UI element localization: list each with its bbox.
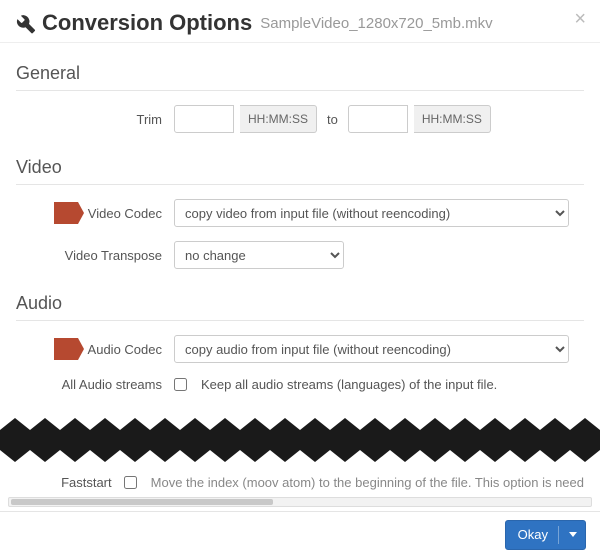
faststart-checkbox[interactable] <box>124 476 137 489</box>
trim-controls: HH:MM:SS to HH:MM:SS <box>174 105 584 133</box>
trim-to-label: to <box>327 112 338 127</box>
section-title-video: Video <box>16 147 584 185</box>
dialog-body[interactable]: General Trim HH:MM:SS to HH:MM:SS Video … <box>0 43 600 511</box>
video-transpose-select[interactable]: no change <box>174 241 344 269</box>
torn-edge-decoration <box>0 418 600 462</box>
keep-all-streams-checkbox[interactable] <box>174 378 187 391</box>
label-audio-codec-text: Audio Codec <box>88 342 162 357</box>
video-codec-select[interactable]: copy video from input file (without reen… <box>174 199 569 227</box>
audio-codec-select[interactable]: copy audio from input file (without reen… <box>174 335 569 363</box>
dialog-footer: Okay <box>0 511 600 557</box>
trim-from-input[interactable] <box>174 105 234 133</box>
flag-icon <box>54 338 78 360</box>
faststart-desc: Move the index (moov atom) to the beginn… <box>151 475 584 490</box>
caret-down-icon <box>569 532 577 537</box>
label-all-audio-streams: All Audio streams <box>16 377 174 392</box>
row-audio-codec: Audio Codec copy audio from input file (… <box>16 335 584 363</box>
section-title-general: General <box>16 53 584 91</box>
hscroll-track <box>8 497 592 507</box>
okay-button[interactable]: Okay <box>505 520 586 550</box>
section-title-audio: Audio <box>16 283 584 321</box>
label-trim: Trim <box>16 112 174 127</box>
dialog-title: Conversion Options <box>42 10 252 36</box>
okay-button-label: Okay <box>518 527 548 542</box>
label-video-transpose: Video Transpose <box>16 248 174 263</box>
row-faststart: Faststart Move the index (moov atom) to … <box>16 475 584 490</box>
keep-all-streams-label: Keep all audio streams (languages) of th… <box>201 377 497 392</box>
conversion-options-dialog: Conversion Options SampleVideo_1280x720_… <box>0 0 600 557</box>
label-audio-codec: Audio Codec <box>16 338 174 360</box>
flag-icon <box>54 202 78 224</box>
label-video-codec-text: Video Codec <box>88 206 162 221</box>
dialog-filename: SampleVideo_1280x720_5mb.mkv <box>260 15 492 32</box>
okay-button-separator <box>558 526 559 544</box>
row-trim: Trim HH:MM:SS to HH:MM:SS <box>16 105 584 133</box>
dialog-header: Conversion Options SampleVideo_1280x720_… <box>0 0 600 42</box>
wrench-icon <box>14 12 36 34</box>
label-faststart: Faststart <box>16 475 124 490</box>
trim-to-input[interactable] <box>348 105 408 133</box>
dialog-body-wrap: General Trim HH:MM:SS to HH:MM:SS Video … <box>0 42 600 511</box>
row-all-audio-streams: All Audio streams Keep all audio streams… <box>16 377 584 392</box>
row-video-transpose: Video Transpose no change <box>16 241 584 269</box>
row-video-codec: Video Codec copy video from input file (… <box>16 199 584 227</box>
close-button[interactable]: × <box>574 8 586 31</box>
trim-to-suffix: HH:MM:SS <box>414 105 491 133</box>
hscroll-thumb[interactable] <box>11 499 273 505</box>
label-video-codec: Video Codec <box>16 202 174 224</box>
horizontal-scrollbar[interactable] <box>8 497 592 511</box>
trim-from-suffix: HH:MM:SS <box>240 105 317 133</box>
